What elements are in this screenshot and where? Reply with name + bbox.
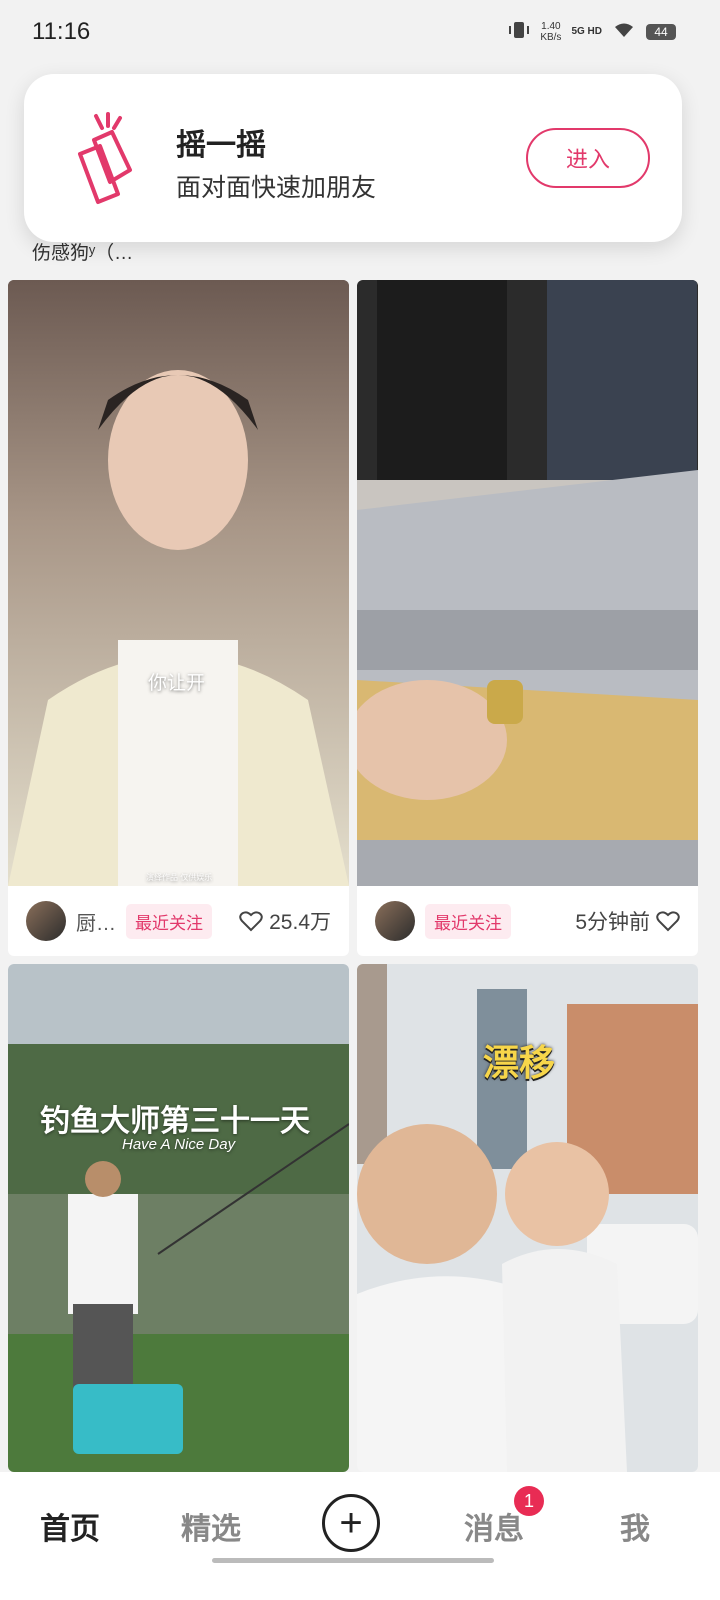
tab-messages[interactable]: 消息	[464, 1504, 524, 1548]
messages-badge: 1	[514, 1486, 544, 1516]
status-time: 11:16	[32, 18, 91, 45]
status-bar: 11:16 1.40 KB/s 5G HD 44	[0, 0, 720, 66]
vibrate-icon	[508, 20, 530, 43]
status-icons: 1.40 KB/s 5G HD 44	[508, 20, 676, 43]
recent-follow-tag: 最近关注	[126, 903, 212, 939]
heart-icon	[656, 911, 680, 932]
video-card[interactable]: 钓鱼大师第三十一天 Have A Nice Day	[8, 964, 349, 1472]
shake-card[interactable]: 摇一摇 面对面快速加朋友 进入	[24, 74, 682, 242]
video-title-overlay: 漂移	[483, 1042, 556, 1083]
avatar[interactable]	[375, 901, 415, 941]
card-meta: 厨… 最近关注 25.4万	[8, 886, 349, 956]
video-subtitle-overlay: Have A Nice Day	[122, 1136, 236, 1153]
video-card[interactable]: 最近关注 5分钟前	[357, 280, 698, 956]
video-thumbnail: 钓鱼大师第三十一天 Have A Nice Day	[8, 964, 349, 1472]
shake-phone-icon	[78, 112, 132, 204]
video-watermark: 演绎作品 仅供娱乐	[146, 873, 213, 882]
shake-title: 摇一摇	[176, 129, 266, 162]
heart-icon	[239, 911, 263, 932]
battery-icon: 44	[646, 23, 676, 40]
signal-icon: 5G HD	[571, 26, 602, 37]
tab-featured[interactable]: 精选	[181, 1504, 241, 1548]
shake-subtitle: 面对面快速加朋友	[176, 174, 377, 202]
like-count[interactable]: 25.4万	[239, 906, 331, 936]
video-card[interactable]: 漂移	[357, 964, 698, 1472]
card-meta: 最近关注 5分钟前	[357, 886, 698, 956]
video-thumbnail: 你让开 演绎作品 仅供娱乐	[8, 280, 349, 886]
post-time[interactable]: 5分钟前	[575, 906, 680, 936]
enter-button[interactable]: 进入	[526, 128, 650, 188]
recent-follow-tag: 最近关注	[425, 903, 511, 939]
net-speed: 1.40 KB/s	[540, 20, 562, 43]
video-caption: 你让开	[148, 673, 206, 694]
video-card[interactable]: 你让开 演绎作品 仅供娱乐 厨… 最近关注 25.4万	[8, 280, 349, 956]
avatar[interactable]	[26, 901, 66, 941]
home-indicator	[212, 1558, 494, 1563]
tab-home[interactable]: 首页	[40, 1504, 100, 1548]
tab-me[interactable]: 我	[620, 1504, 650, 1548]
bottom-tab-bar: 首页 精选 + 消息 1 我	[0, 1472, 720, 1600]
video-thumbnail: 漂移	[357, 964, 698, 1472]
add-post-button[interactable]: +	[322, 1494, 380, 1552]
clipped-title: 伤感狗ʸ（…	[32, 243, 134, 264]
video-thumbnail	[357, 280, 698, 886]
author-name[interactable]: 厨…	[76, 907, 116, 936]
video-title-overlay: 钓鱼大师第三十一天	[40, 1105, 310, 1138]
wifi-icon	[612, 21, 636, 42]
